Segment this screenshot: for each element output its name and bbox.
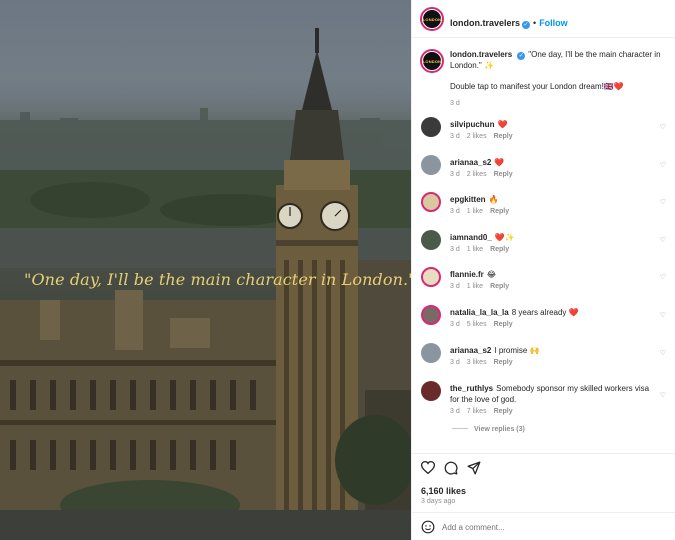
verified-badge-icon: ✓ — [522, 21, 531, 29]
comment-time: 3 d — [450, 408, 460, 415]
comment-likes[interactable]: 1 like — [467, 246, 483, 253]
quote-overlay-text: "One day, I'll be the main character in … — [24, 270, 411, 289]
likes-count[interactable]: 6,160 likes — [421, 486, 466, 496]
commenter-avatar[interactable] — [421, 155, 441, 175]
account-avatar[interactable]: LONDON — [420, 7, 444, 31]
caption-time: 3 d — [450, 100, 460, 107]
comment-text: ❤️ — [494, 158, 505, 167]
comment-time: 3 d — [450, 283, 460, 290]
comment-username[interactable]: arianaa_s2 — [450, 346, 491, 355]
comment-username[interactable]: iamnand0_ — [450, 233, 492, 242]
commenter-avatar[interactable] — [421, 343, 441, 363]
comment-likes[interactable]: 2 likes — [467, 171, 487, 178]
commenter-avatar[interactable] — [421, 305, 441, 325]
comment-time: 3 d — [450, 171, 460, 178]
comment-username[interactable]: the_ruthlys — [450, 384, 493, 393]
comment-like-icon[interactable]: ♡ — [660, 236, 666, 244]
comment-like-icon[interactable]: ♡ — [660, 273, 666, 281]
post-image[interactable]: "One day, I'll be the main character in … — [0, 0, 411, 540]
comment-like-icon[interactable]: ♡ — [660, 311, 666, 319]
reply-button[interactable]: Reply — [494, 171, 513, 178]
replies-divider — [452, 428, 468, 429]
comments-list[interactable]: LONDON london.travelers ✓ "One day, I'll b… — [412, 39, 675, 453]
comment-time: 3 d — [450, 359, 460, 366]
comment-text: 🔥 — [488, 195, 499, 204]
logo-text: LONDON — [422, 16, 442, 22]
comment-likes[interactable]: 2 likes — [467, 133, 487, 140]
comment-time: 3 d — [450, 321, 460, 328]
smiley-icon[interactable] — [421, 520, 435, 534]
account-username[interactable]: london.travelers — [450, 18, 520, 28]
caption-avatar[interactable]: LONDON — [420, 49, 444, 73]
comment-username[interactable]: silvipuchun — [450, 120, 494, 129]
comment-bubble-icon[interactable] — [444, 461, 458, 475]
comment-like-icon[interactable]: ♡ — [660, 161, 666, 169]
comment-likes[interactable]: 3 likes — [467, 359, 487, 366]
paper-plane-icon[interactable] — [467, 461, 481, 475]
comment-text: ❤️✨ — [494, 233, 515, 242]
commenter-avatar[interactable] — [421, 192, 441, 212]
view-replies-button[interactable]: View replies (3) — [452, 426, 525, 433]
comment-text: 8 years already ❤️ — [511, 308, 579, 317]
reply-button[interactable]: Reply — [494, 321, 513, 328]
reply-button[interactable]: Reply — [490, 208, 509, 215]
reply-button[interactable]: Reply — [494, 133, 513, 140]
comment-username[interactable]: epgkitten — [450, 195, 486, 204]
comment-text: 😂 — [486, 270, 497, 279]
reply-button[interactable]: Reply — [494, 359, 513, 366]
comment-username[interactable]: arianaa_s2 — [450, 158, 491, 167]
post-side-panel: LONDON london.travelers ✓ • Follow LONDON l… — [411, 0, 675, 540]
verified-badge-icon: ✓ — [517, 52, 526, 60]
caption-username[interactable]: london.travelers — [450, 50, 512, 59]
post-date: 3 days ago — [421, 498, 456, 505]
heart-outline-icon[interactable] — [421, 461, 435, 474]
comment-time: 3 d — [450, 133, 460, 140]
reply-button[interactable]: Reply — [490, 283, 509, 290]
commenter-avatar[interactable] — [421, 117, 441, 137]
post-header: LONDON london.travelers ✓ • Follow — [412, 0, 675, 38]
reply-button[interactable]: Reply — [494, 408, 513, 415]
commenter-avatar[interactable] — [421, 381, 441, 401]
post-actions: 6,160 likes 3 days ago — [412, 453, 675, 511]
comment-like-icon[interactable]: ♡ — [660, 349, 666, 357]
follow-button[interactable]: Follow — [539, 18, 568, 28]
commenter-avatar[interactable] — [421, 230, 441, 250]
add-comment-input[interactable] — [442, 519, 662, 535]
comment-likes[interactable]: 1 like — [467, 208, 483, 215]
logo-text: LONDON — [422, 58, 442, 64]
comment-time: 3 d — [450, 246, 460, 253]
comment-like-icon[interactable]: ♡ — [660, 198, 666, 206]
comment-username[interactable]: natalia_la_la_la — [450, 308, 509, 317]
reply-button[interactable]: Reply — [490, 246, 509, 253]
caption-line2: Double tap to manifest your London dream… — [450, 82, 624, 91]
comment-like-icon[interactable]: ♡ — [660, 123, 666, 131]
commenter-avatar[interactable] — [421, 267, 441, 287]
comment-likes[interactable]: 7 likes — [467, 408, 487, 415]
comment-likes[interactable]: 5 likes — [467, 321, 487, 328]
add-comment-bar — [412, 512, 675, 540]
comment-text: I promise 🙌 — [494, 346, 540, 355]
comment-likes[interactable]: 1 like — [467, 283, 483, 290]
separator-dot: • — [533, 18, 537, 28]
comment-username[interactable]: flannie.fr — [450, 270, 484, 279]
comment-text: ❤️ — [497, 120, 508, 129]
comment-like-icon[interactable]: ♡ — [660, 391, 666, 399]
comment-time: 3 d — [450, 208, 460, 215]
